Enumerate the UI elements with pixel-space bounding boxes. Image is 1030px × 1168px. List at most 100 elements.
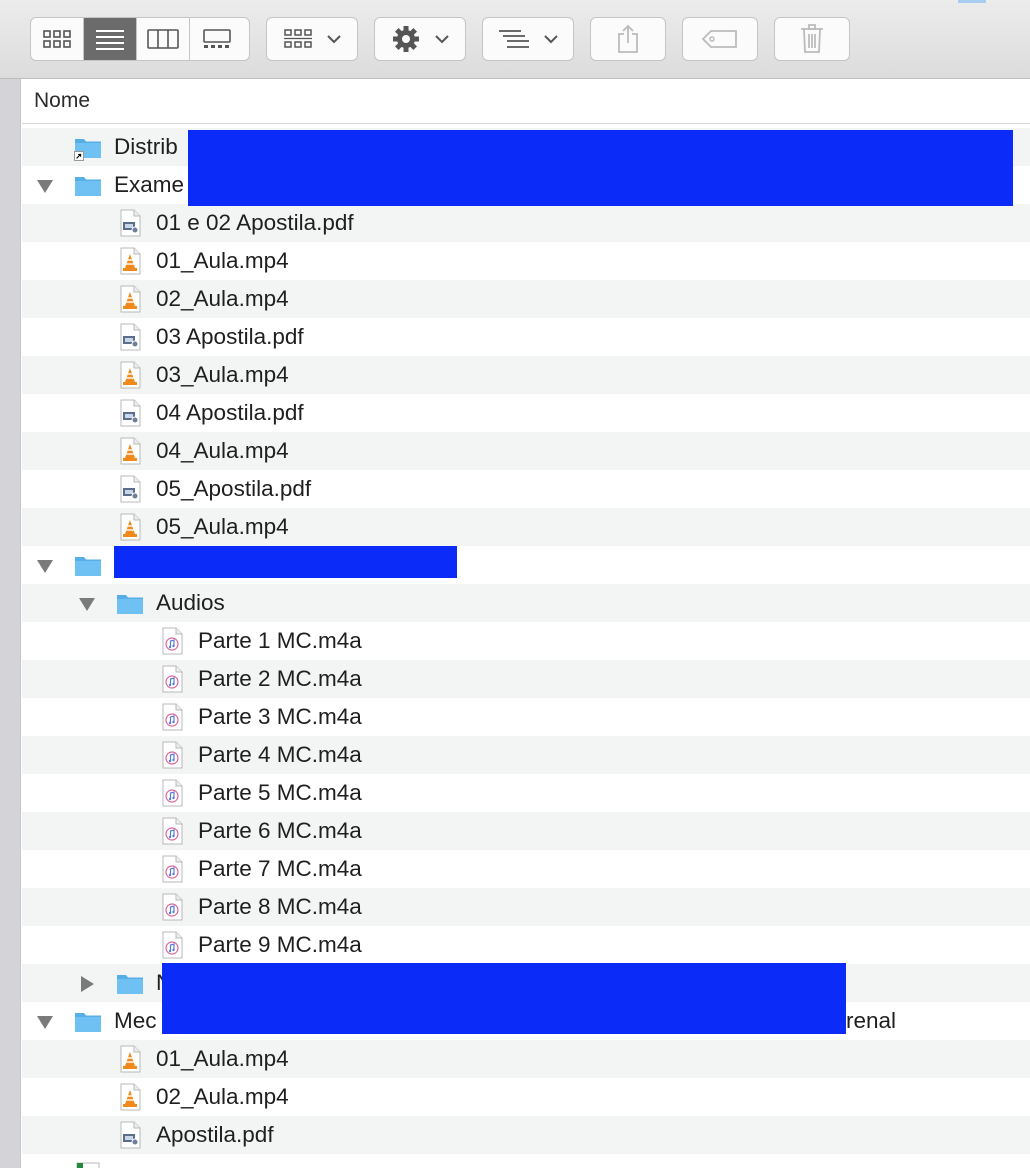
pdf-document-icon — [116, 475, 144, 503]
redaction-box — [114, 546, 457, 578]
redaction-box — [162, 963, 846, 1034]
file-name-label: Parte 3 MC.m4a — [198, 704, 362, 729]
file-row[interactable]: 02_Aula.mp4 — [22, 280, 1030, 318]
file-name-label: Exame — [114, 172, 185, 197]
tag-icon — [701, 30, 737, 48]
file-row[interactable]: 04_Aula.mp4 — [22, 432, 1030, 470]
file-row[interactable]: 03 Apostila.pdf — [22, 318, 1030, 356]
folder-icon — [74, 551, 102, 579]
folder-icon — [74, 171, 102, 199]
vlc-video-icon — [116, 1045, 144, 1073]
file-row[interactable]: 04 Apostila.pdf — [22, 394, 1030, 432]
file-name-label-tail: renal — [846, 1008, 897, 1033]
file-row[interactable]: Parte 5 MC.m4a — [22, 774, 1030, 812]
file-name-label: Apostila.pdf — [156, 1122, 274, 1147]
file-name-label: 01_Aula.mp4 — [156, 1046, 289, 1071]
file-row[interactable]: 01_Aula.mp4 — [22, 242, 1030, 280]
file-name-label: 04_Aula.mp4 — [156, 438, 289, 463]
file-row[interactable]: Parte 2 MC.m4a — [22, 660, 1030, 698]
gear-icon — [393, 26, 419, 52]
column-header-row: Nome — [22, 79, 1030, 124]
file-name-label: Parte 5 MC.m4a — [198, 780, 362, 805]
spreadsheet-icon — [74, 1159, 102, 1168]
column-view-button[interactable] — [137, 18, 190, 60]
file-name-label: 03_Aula.mp4 — [156, 362, 289, 387]
file-row[interactable]: 01_Aula.mp4 — [22, 1040, 1030, 1078]
file-row[interactable]: Parte 6 MC.m4a — [22, 812, 1030, 850]
pdf-document-icon — [116, 323, 144, 351]
file-row[interactable]: 05_Apostila.pdf — [22, 470, 1030, 508]
audio-file-icon — [158, 741, 186, 769]
icon-grid-icon — [43, 30, 71, 48]
file-name-label: 03 Apostila.pdf — [156, 324, 304, 349]
gallery-view-button[interactable] — [190, 18, 243, 60]
folder-icon — [116, 969, 144, 997]
file-row[interactable]: Apostila.pdf — [22, 1116, 1030, 1154]
file-name-label: 05_Aula.mp4 — [156, 514, 289, 539]
action-menu-button[interactable] — [374, 17, 466, 61]
file-name-label: Parte 2 MC.m4a — [198, 666, 362, 691]
file-row[interactable] — [22, 1154, 1030, 1168]
file-row[interactable]: Parte 8 MC.m4a — [22, 888, 1030, 926]
share-button[interactable] — [590, 17, 666, 61]
file-row[interactable]: 03_Aula.mp4 — [22, 356, 1030, 394]
file-name-label: 02_Aula.mp4 — [156, 286, 289, 311]
file-row[interactable]: 05_Aula.mp4 — [22, 508, 1030, 546]
file-row[interactable]: Parte 7 MC.m4a — [22, 850, 1030, 888]
tags-button[interactable] — [682, 17, 758, 61]
audio-file-icon — [158, 627, 186, 655]
trash-icon — [801, 24, 823, 53]
audio-file-icon — [158, 817, 186, 845]
file-name-label: 01 e 02 Apostila.pdf — [156, 210, 354, 235]
file-name-label: Parte 7 MC.m4a — [198, 856, 362, 881]
disclosure-triangle-expanded-icon[interactable] — [36, 557, 54, 575]
group-grid-icon — [284, 29, 312, 48]
view-mode-segmented-control — [30, 17, 250, 61]
file-name-label: Mec — [114, 1008, 157, 1033]
finder-toolbar — [0, 0, 1030, 79]
file-row[interactable]: Parte 4 MC.m4a — [22, 736, 1030, 774]
disclosure-triangle-expanded-icon[interactable] — [78, 595, 96, 613]
folder-icon — [74, 1007, 102, 1035]
audio-file-icon — [158, 665, 186, 693]
disclosure-triangle-collapsed-icon[interactable] — [78, 975, 96, 993]
file-row[interactable]: Audios — [22, 584, 1030, 622]
list-view-button[interactable] — [84, 18, 137, 60]
name-column-header[interactable]: Nome — [34, 89, 90, 113]
columns-icon — [147, 29, 179, 49]
vlc-video-icon — [116, 285, 144, 313]
file-row[interactable]: Parte 3 MC.m4a — [22, 698, 1030, 736]
file-name-label: Parte 1 MC.m4a — [198, 628, 362, 653]
disclosure-triangle-expanded-icon[interactable] — [36, 1013, 54, 1031]
audio-file-icon — [158, 893, 186, 921]
file-name-label: Parte 4 MC.m4a — [198, 742, 362, 767]
audio-file-icon — [158, 855, 186, 883]
file-name-label: Distrib — [114, 134, 178, 159]
trash-button[interactable] — [774, 17, 850, 61]
file-row[interactable]: Parte 9 MC.m4a — [22, 926, 1030, 964]
file-name-label: 05_Apostila.pdf — [156, 476, 312, 501]
file-row[interactable]: 02_Aula.mp4 — [22, 1078, 1030, 1116]
audio-file-icon — [158, 703, 186, 731]
arrange-button[interactable] — [482, 17, 574, 61]
file-name-label: Parte 6 MC.m4a — [198, 818, 362, 843]
disclosure-triangle-expanded-icon[interactable] — [36, 177, 54, 195]
file-name-label: 04 Apostila.pdf — [156, 400, 304, 425]
folder-icon — [116, 589, 144, 617]
vlc-video-icon — [116, 1083, 144, 1111]
chevron-down-icon — [435, 35, 449, 44]
pdf-document-icon — [116, 399, 144, 427]
audio-file-icon — [158, 931, 186, 959]
file-row[interactable]: Parte 1 MC.m4a — [22, 622, 1030, 660]
vlc-video-icon — [116, 513, 144, 541]
chevron-down-icon — [544, 35, 558, 44]
file-row[interactable]: 01 e 02 Apostila.pdf — [22, 204, 1030, 242]
sidebar-edge — [0, 79, 21, 1168]
vlc-video-icon — [116, 247, 144, 275]
file-name-label: Parte 8 MC.m4a — [198, 894, 362, 919]
gallery-icon — [202, 29, 231, 48]
vlc-video-icon — [116, 361, 144, 389]
arrange-list-icon — [499, 30, 529, 48]
icon-view-button[interactable] — [31, 18, 84, 60]
group-by-button[interactable] — [266, 17, 358, 61]
